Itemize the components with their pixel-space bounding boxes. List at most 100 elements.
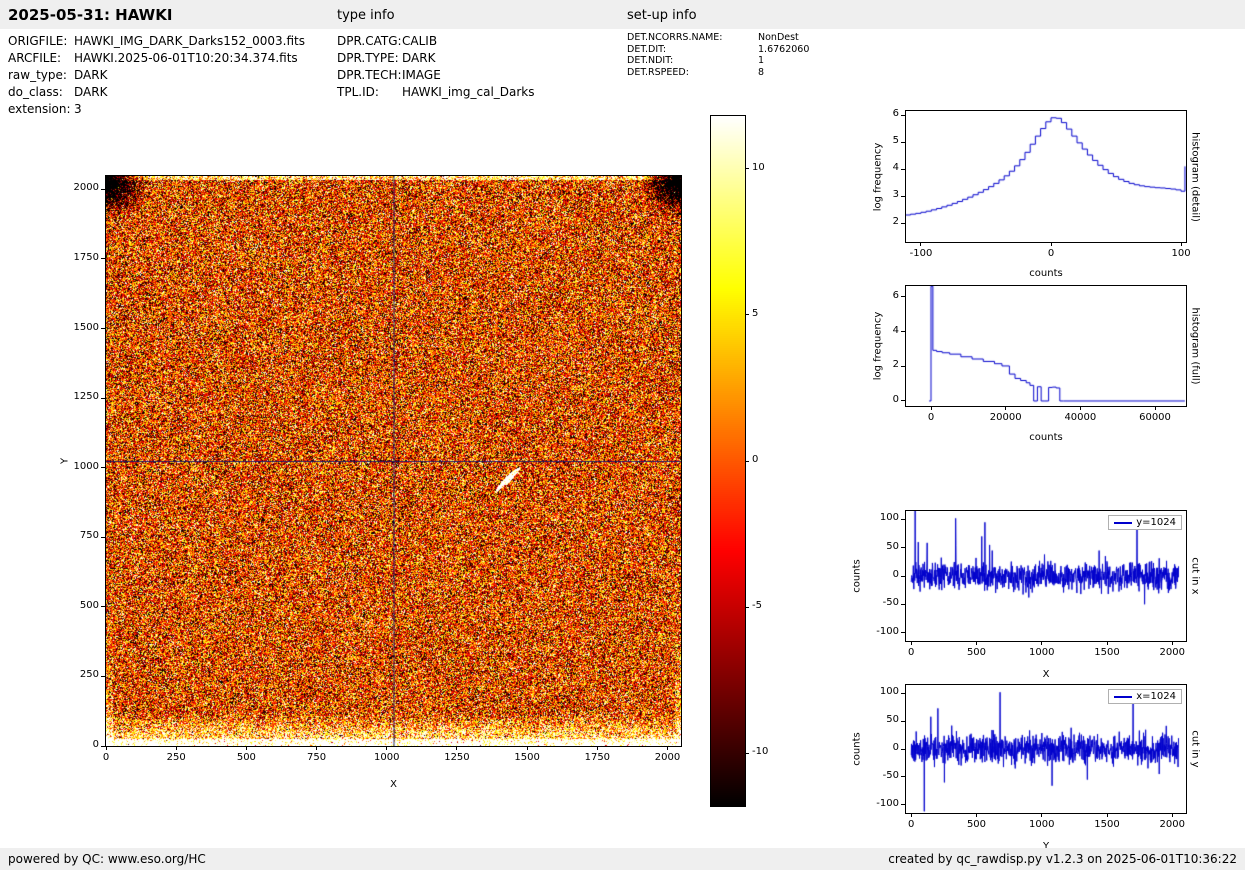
y-tick-mark bbox=[901, 114, 905, 116]
colorbar-tick-label: -10 bbox=[752, 746, 769, 758]
colorbar-tick-label: -5 bbox=[752, 600, 762, 612]
right-axis-label: cut in y bbox=[1189, 730, 1201, 768]
x-axis-label: counts bbox=[1029, 268, 1063, 279]
det-ndit-value: 1 bbox=[758, 55, 765, 66]
x-tick-label: 1000 bbox=[1029, 819, 1055, 830]
cut-y-canvas bbox=[906, 685, 1186, 813]
x-tick-label: 0 bbox=[1047, 248, 1055, 259]
x-tick-label: 2000 bbox=[1159, 647, 1185, 658]
det-ncorrs-value: NonDest bbox=[758, 32, 799, 43]
y-tick-mark bbox=[901, 400, 905, 402]
x-tick-mark bbox=[386, 746, 388, 750]
x-tick-mark bbox=[1050, 242, 1052, 246]
x-tick-mark bbox=[1154, 406, 1156, 410]
file-info-row: ORIGFILE: HAWKI_IMG_DARK_Darks152_0003.f… bbox=[8, 34, 305, 51]
legend: x=1024 bbox=[1108, 689, 1182, 704]
rawtype-label: raw_type: bbox=[8, 68, 67, 82]
file-info-row: extension: 3 bbox=[8, 102, 305, 119]
dark-frame-image-plot: 0 250 500 750 1000 1250 1500 1750 2000 0 250 500 750… bbox=[60, 175, 682, 790]
y-tick-mark bbox=[101, 397, 105, 399]
x-tick-label: 500 bbox=[966, 819, 987, 830]
y-tick-label: 1750 bbox=[73, 251, 99, 263]
y-tick-mark bbox=[101, 467, 105, 469]
type-info-row: DPR.CATG: CALIB bbox=[337, 34, 535, 51]
x-tick-mark bbox=[526, 746, 528, 750]
legend-label: y=1024 bbox=[1136, 517, 1176, 528]
y-tick-label: -100 bbox=[876, 625, 899, 637]
x-tick-mark bbox=[910, 813, 912, 817]
origfile-label: ORIGFILE: bbox=[8, 34, 68, 48]
x-axis-label: X bbox=[1042, 669, 1050, 680]
y-tick-label: -100 bbox=[876, 797, 899, 809]
colorbar-tick-label: 0 bbox=[752, 454, 759, 465]
type-info-row: DPR.TYPE: DARK bbox=[337, 51, 535, 68]
y-tick-label: -50 bbox=[882, 769, 899, 781]
y-axis-label: log frequency bbox=[872, 311, 884, 381]
y-tick-label: 500 bbox=[79, 599, 99, 611]
setup-info-row: DET.NDIT: 1 bbox=[627, 55, 809, 67]
legend: y=1024 bbox=[1108, 515, 1182, 530]
extension-label: extension: bbox=[8, 102, 71, 116]
legend-line-sample bbox=[1114, 521, 1133, 524]
x-tick-label: 2000 bbox=[1159, 819, 1185, 830]
extension-value: 3 bbox=[74, 102, 82, 116]
y-tick-label: 6 bbox=[892, 289, 899, 301]
y-tick-label: 750 bbox=[79, 530, 99, 542]
x-tick-mark bbox=[456, 746, 458, 750]
dpr-catg-value: CALIB bbox=[402, 34, 438, 48]
det-dit-label: DET.DIT: bbox=[627, 43, 667, 55]
y-tick-mark bbox=[101, 675, 105, 677]
x-tick-label: 1500 bbox=[514, 752, 540, 763]
y-tick-label: 6 bbox=[892, 108, 899, 120]
y-tick-mark bbox=[901, 603, 905, 605]
x-tick-label: 1000 bbox=[1029, 647, 1055, 658]
y-tick-mark bbox=[901, 222, 905, 224]
y-tick-label: -50 bbox=[882, 597, 899, 609]
y-tick-mark bbox=[901, 692, 905, 694]
footer-qc-link[interactable]: powered by QC: www.eso.org/HC bbox=[8, 852, 206, 866]
dpr-tech-value: IMAGE bbox=[402, 68, 441, 82]
x-tick-label: 250 bbox=[166, 752, 186, 763]
type-info-block: DPR.CATG: CALIB DPR.TYPE: DARK DPR.TECH:… bbox=[337, 34, 535, 102]
type-info-row: TPL.ID: HAWKI_img_cal_Darks bbox=[337, 85, 535, 102]
file-info-row: raw_type: DARK bbox=[8, 68, 305, 85]
x-tick-mark bbox=[975, 813, 977, 817]
footer-created-by: created by qc_rawdisp.py v1.2.3 on 2025-… bbox=[888, 852, 1237, 866]
det-rspeed-label: DET.RSPEED: bbox=[627, 66, 689, 78]
y-tick-label: 0 bbox=[92, 739, 99, 750]
type-info-row: DPR.TECH: IMAGE bbox=[337, 68, 535, 85]
y-tick-mark bbox=[901, 720, 905, 722]
y-tick-label: 2000 bbox=[73, 182, 99, 194]
det-ncorrs-label: DET.NCORRS.NAME: bbox=[627, 32, 723, 43]
x-tick-label: 20000 bbox=[989, 412, 1022, 423]
right-axis-label: histogram (detail) bbox=[1189, 131, 1201, 222]
y-tick-label: 50 bbox=[886, 540, 899, 552]
x-tick-mark bbox=[105, 746, 107, 750]
x-tick-label: 1750 bbox=[584, 752, 611, 763]
det-dit-value: 1.6762060 bbox=[758, 43, 810, 55]
arcfile-value: HAWKI.2025-06-01T10:20:34.374.fits bbox=[74, 51, 298, 65]
x-tick-label: 2000 bbox=[654, 752, 681, 763]
y-tick-mark bbox=[901, 804, 905, 806]
x-tick-label: 0 bbox=[908, 647, 915, 658]
x-tick-mark bbox=[245, 746, 247, 750]
hist-full-canvas bbox=[906, 286, 1186, 406]
x-tick-mark bbox=[1041, 813, 1043, 817]
x-tick-label: 500 bbox=[966, 647, 987, 658]
dpr-tech-label: DPR.TECH: bbox=[337, 68, 402, 82]
right-axis-label: cut in x bbox=[1189, 557, 1201, 595]
y-axis-label: log frequency bbox=[872, 142, 884, 211]
x-tick-label: -100 bbox=[909, 248, 933, 259]
y-tick-mark bbox=[901, 331, 905, 333]
y-tick-mark bbox=[901, 632, 905, 634]
x-tick-label: 500 bbox=[236, 752, 256, 763]
y-tick-label: 1250 bbox=[73, 391, 99, 403]
x-tick-label: 1000 bbox=[374, 752, 400, 763]
doclass-value: DARK bbox=[74, 85, 108, 99]
x-axis-label: X bbox=[390, 779, 397, 790]
colorbar-canvas bbox=[711, 116, 745, 806]
dpr-type-value: DARK bbox=[402, 51, 436, 65]
x-tick-mark bbox=[175, 746, 177, 750]
x-tick-label: 1500 bbox=[1094, 819, 1120, 830]
histogram-full-plot: 0 20000 40000 60000 0 2 4 6 counts log frequency h… bbox=[873, 285, 1201, 443]
